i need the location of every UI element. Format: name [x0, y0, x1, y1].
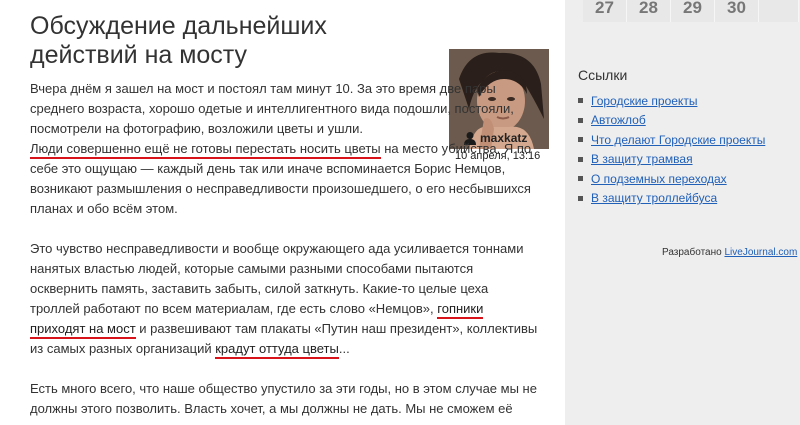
paragraph-2-text-c: ...	[338, 341, 350, 356]
list-item: Что делают Городские проекты	[578, 130, 765, 150]
paragraph-2: Это чувство несправедливости и вообще ок…	[30, 239, 540, 359]
list-item: В защиту троллейбуса	[578, 189, 765, 209]
list-item: В защиту трамвая	[578, 150, 765, 170]
paragraph-3-text: Есть много всего, что наше общество упус…	[30, 381, 537, 416]
bullet-icon	[578, 117, 583, 123]
sidebar	[565, 0, 800, 425]
sidebar-link[interactable]: В защиту троллейбуса	[591, 191, 717, 205]
bullet-icon	[578, 176, 583, 182]
post-body: Вчера днём я зашел на мост и постоял там…	[30, 79, 540, 425]
main-content: Обсуждение дальнейших действий на мосту …	[0, 0, 565, 425]
paragraph-1: Вчера днём я зашел на мост и постоял там…	[30, 79, 540, 219]
links-heading: Ссылки	[578, 67, 628, 83]
livejournal-link[interactable]: LiveJournal.com	[724, 247, 797, 258]
paragraph-1-text-a: Вчера днём я зашел на мост и постоял там…	[30, 81, 514, 136]
list-item: О подземных переходах	[578, 169, 765, 189]
powered-by: Разработано LiveJournal.com	[662, 247, 797, 258]
calendar-day[interactable]: 28	[627, 0, 671, 22]
calendar-strip: 27 28 29 30	[583, 0, 799, 22]
highlighted-phrase: Люди совершенно ещё не готовы перестать …	[30, 141, 381, 159]
list-item: Городские проекты	[578, 91, 765, 111]
post-title: Обсуждение дальнейших действий на мосту	[30, 12, 327, 69]
bullet-icon	[578, 156, 583, 162]
bullet-icon	[578, 137, 583, 143]
calendar-day[interactable]: 30	[715, 0, 759, 22]
sidebar-link[interactable]: Автожлоб	[591, 113, 646, 127]
links-list: Городские проекты Автожлоб Что делают Го…	[578, 91, 765, 208]
sidebar-link[interactable]: В защиту трамвая	[591, 152, 693, 166]
sidebar-link[interactable]: Что делают Городские проекты	[591, 133, 765, 147]
bullet-icon	[578, 195, 583, 201]
sidebar-link[interactable]: О подземных переходах	[591, 172, 727, 186]
calendar-day[interactable]: 29	[671, 0, 715, 22]
list-item: Автожлоб	[578, 111, 765, 131]
sidebar-link[interactable]: Городские проекты	[591, 94, 697, 108]
bullet-icon	[578, 98, 583, 104]
credit-text: Разработано	[662, 247, 725, 258]
calendar-day[interactable]: 27	[583, 0, 627, 22]
paragraph-3: Есть много всего, что наше общество упус…	[30, 379, 540, 419]
calendar-day-blank	[759, 0, 799, 22]
flowers-stolen-link[interactable]: крадут оттуда цветы	[215, 341, 339, 359]
